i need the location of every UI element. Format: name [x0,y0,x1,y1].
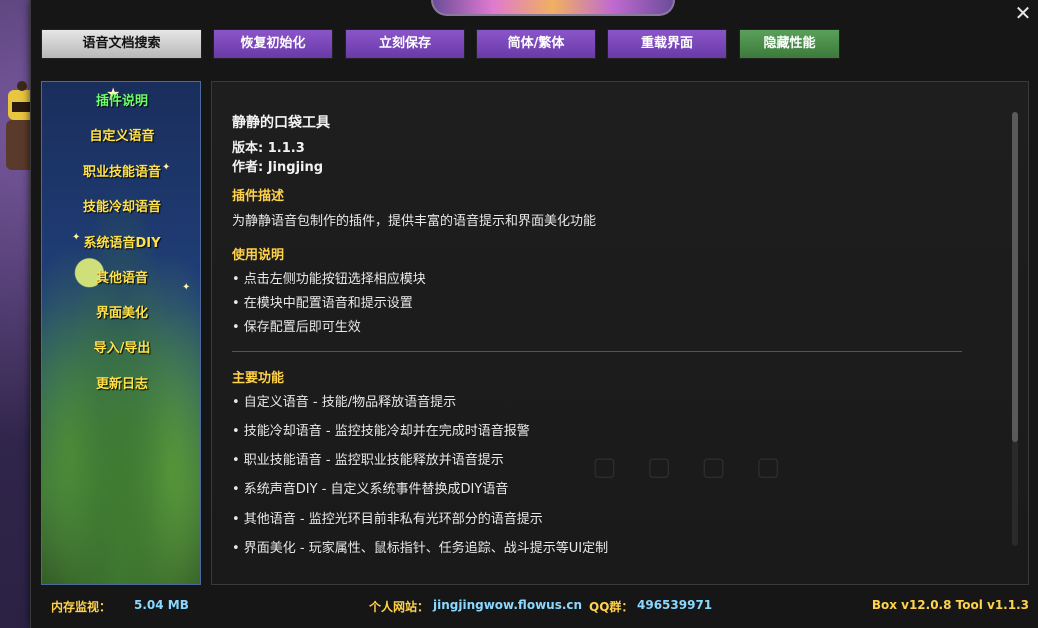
scrollbar[interactable] [1012,112,1018,546]
hide-performance-button[interactable]: 隐藏性能 [739,29,840,59]
voice-doc-search-button[interactable]: 语音文档搜索 [41,29,202,59]
content-panel: ▢▢▢▢ 静静的口袋工具 版本: 1.1.3 作者: Jingjing 插件描述… [211,81,1029,585]
plugin-title: 静静的口袋工具 [232,115,330,131]
plugin-author: 作者: Jingjing [232,160,324,175]
version-info: Box v12.0.8 Tool v1.1.3 [871,598,1029,612]
plugin-version: 版本: 1.1.3 [232,141,305,156]
feature-item: • 其他语音 - 监控光环目前非私有光环部分的语音提示 [232,512,543,527]
reload-ui-button[interactable]: 重载界面 [607,29,727,59]
sidebar: ★ ✦ ✦ ✦ 插件说明 自定义语音 职业技能语音 技能冷却语音 系统语音DIY… [41,81,201,585]
sidebar-item-cooldown-voice[interactable]: 技能冷却语音 [42,197,200,219]
qq-group-label: QQ群： [589,600,634,614]
section-divider [232,351,962,352]
feature-item: • 自定义语音 - 技能/物品释放语音提示 [232,395,457,410]
save-button[interactable]: 立刻保存 [345,29,465,59]
addon-window: ✕ 语音文档搜索 恢复初始化 立刻保存 简体/繁体 重载界面 隐藏性能 ★ ✦ … [30,0,1038,628]
reset-button[interactable]: 恢复初始化 [213,29,333,59]
feature-item: • 技能冷却语音 - 监控技能冷却并在完成时语音报警 [232,424,530,439]
website-link[interactable]: jingjingwow.flowus.cn [433,598,582,612]
memory-label: 内存监视： [51,600,112,614]
sidebar-item-class-skill-voice[interactable]: 职业技能语音 [42,162,200,184]
usage-item: • 在模块中配置语音和提示设置 [232,296,413,311]
feature-item: • 职业技能语音 - 监控职业技能释放并语音提示 [232,453,504,468]
feature-item: • 界面美化 - 玩家属性、鼠标指针、任务追踪、战斗提示等UI定制 [232,541,609,556]
sidebar-item-plugin-info[interactable]: 插件说明 [42,91,200,113]
feature-item: • 系统声音DIY - 自定义系统事件替换成DIY语音 [232,482,509,497]
features-heading: 主要功能 [232,371,285,386]
usage-item: • 点击左侧功能按钮选择相应模块 [232,272,426,287]
qq-group-number: 496539971 [637,598,713,612]
status-bar: 内存监视： 5.04 MB 个人网站： jingjingwow.flowus.c… [31,598,1038,620]
close-icon[interactable]: ✕ [1013,3,1033,23]
addon-logo [431,0,675,16]
usage-item: • 保存配置后即可生效 [232,320,361,335]
sidebar-item-ui-beautify[interactable]: 界面美化 [42,303,200,325]
language-toggle-button[interactable]: 简体/繁体 [476,29,596,59]
sidebar-item-changelog[interactable]: 更新日志 [42,374,200,396]
background-watermark: ▢▢▢▢ [592,452,811,482]
sidebar-item-import-export[interactable]: 导入/导出 [42,338,200,360]
sidebar-item-system-voice-diy[interactable]: 系统语音DIY [42,233,200,255]
description-text: 为静静语音包制作的插件，提供丰富的语音提示和界面美化功能 [232,214,597,229]
description-heading: 插件描述 [232,189,285,204]
website-label: 个人网站： [369,600,430,614]
memory-value: 5.04 MB [134,598,189,612]
scrollbar-thumb[interactable] [1012,112,1018,442]
usage-heading: 使用说明 [232,248,285,263]
sidebar-item-other-voice[interactable]: 其他语音 [42,268,200,290]
sidebar-item-custom-voice[interactable]: 自定义语音 [42,126,200,148]
